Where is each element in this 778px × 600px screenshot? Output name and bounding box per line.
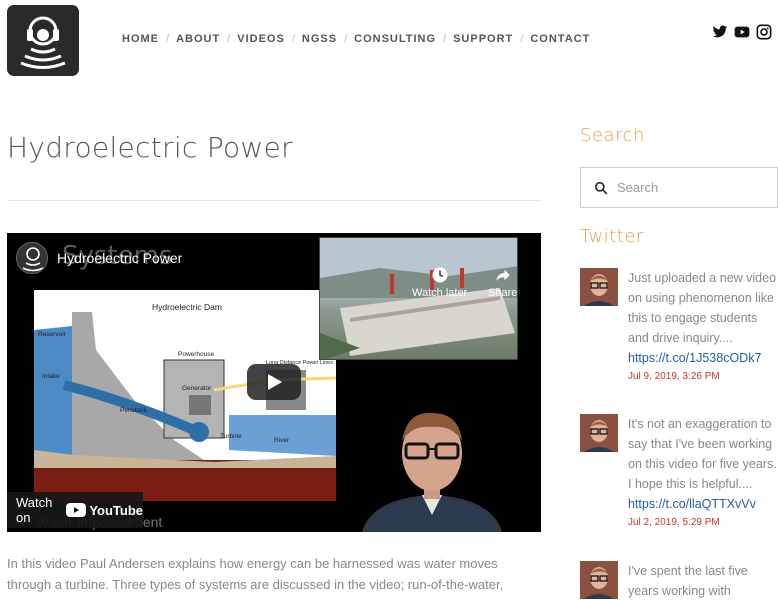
- nav-separator: /: [443, 33, 447, 45]
- tweet-text: I've spent the last five years working w…: [628, 564, 748, 598]
- watch-later-button[interactable]: Watch later: [412, 266, 467, 299]
- tweet-link[interactable]: https://t.co/1J538cODk7: [628, 348, 778, 368]
- share-label: Share: [488, 287, 518, 299]
- tweet-text: It's not an exaggeration to say that I'v…: [628, 417, 777, 491]
- nav-separator: /: [344, 33, 348, 45]
- youtube-badge: YouTube: [66, 503, 143, 518]
- youtube-logo-icon: [66, 503, 87, 517]
- avatar[interactable]: [580, 414, 618, 452]
- share-icon: [495, 269, 510, 281]
- label-generator: Generator: [182, 385, 212, 392]
- nav-separator: /: [166, 33, 170, 45]
- nav-ngss[interactable]: NGSS: [302, 33, 337, 45]
- main-nav: HOME / ABOUT / VIDEOS / NGSS / CONSULTIN…: [122, 33, 590, 45]
- instagram-icon[interactable]: [756, 24, 772, 40]
- page-title: Hydroelectric Power: [7, 131, 293, 164]
- avatar[interactable]: [580, 268, 618, 306]
- label-river: River: [274, 437, 290, 444]
- watch-on-label: Watch on: [16, 495, 53, 525]
- headphones-logo-icon: [20, 16, 66, 69]
- search-heading: Search: [580, 125, 645, 146]
- nav-separator: /: [291, 33, 295, 45]
- nav-separator: /: [227, 33, 231, 45]
- presenter-image: [352, 403, 512, 532]
- play-button[interactable]: [247, 364, 301, 400]
- label-intake: Intake: [42, 373, 60, 380]
- search-icon: [594, 181, 608, 194]
- label-penstock: Penstock: [120, 407, 147, 414]
- watch-later-label: Watch later: [412, 287, 468, 299]
- search-input[interactable]: [617, 180, 767, 195]
- divider: [7, 200, 541, 201]
- nav-videos[interactable]: VIDEOS: [237, 33, 285, 45]
- label-powerhouse: Powerhouse: [178, 351, 215, 358]
- twitter-heading: Twitter: [580, 226, 644, 247]
- watch-on-youtube-button[interactable]: Watch on YouTube: [7, 492, 143, 528]
- youtube-label: YouTube: [89, 502, 143, 518]
- tweet-text: Just uploaded a new video on using pheno…: [628, 271, 777, 345]
- play-icon: [268, 374, 282, 390]
- nav-contact[interactable]: CONTACT: [530, 33, 590, 45]
- tweet-link[interactable]: https://t.co/llaQTTXvVv: [628, 494, 778, 514]
- share-button[interactable]: Share: [488, 266, 517, 299]
- tweet-date[interactable]: Jul 2, 2019, 5:29 PM: [628, 515, 778, 531]
- nav-consulting[interactable]: CONSULTING: [354, 33, 436, 45]
- search-box[interactable]: [580, 167, 778, 208]
- nav-separator: /: [520, 33, 524, 45]
- youtube-icon[interactable]: [734, 24, 750, 40]
- video-title[interactable]: Hydroelectric Power: [57, 250, 182, 266]
- twitter-icon[interactable]: [712, 24, 728, 40]
- video-description: In this video Paul Andersen explains how…: [7, 556, 514, 600]
- nav-about[interactable]: ABOUT: [176, 33, 220, 45]
- nav-support[interactable]: SUPPORT: [453, 33, 513, 45]
- nav-home[interactable]: HOME: [122, 33, 159, 45]
- label-reservoir: Reservoir: [38, 331, 67, 338]
- video-player[interactable]: Systems Hydroelectric Power Hydroelectri…: [7, 233, 541, 532]
- clock-icon: [432, 267, 448, 283]
- tweet-date[interactable]: Jul 9, 2019, 3:26 PM: [628, 369, 778, 385]
- diagram-title: Hydroelectric Dam: [152, 302, 222, 312]
- avatar[interactable]: [580, 561, 618, 599]
- social-links: [712, 24, 772, 40]
- channel-logo-icon[interactable]: [16, 242, 48, 274]
- label-turbine: Turbine: [220, 433, 242, 440]
- site-logo[interactable]: [7, 5, 79, 76]
